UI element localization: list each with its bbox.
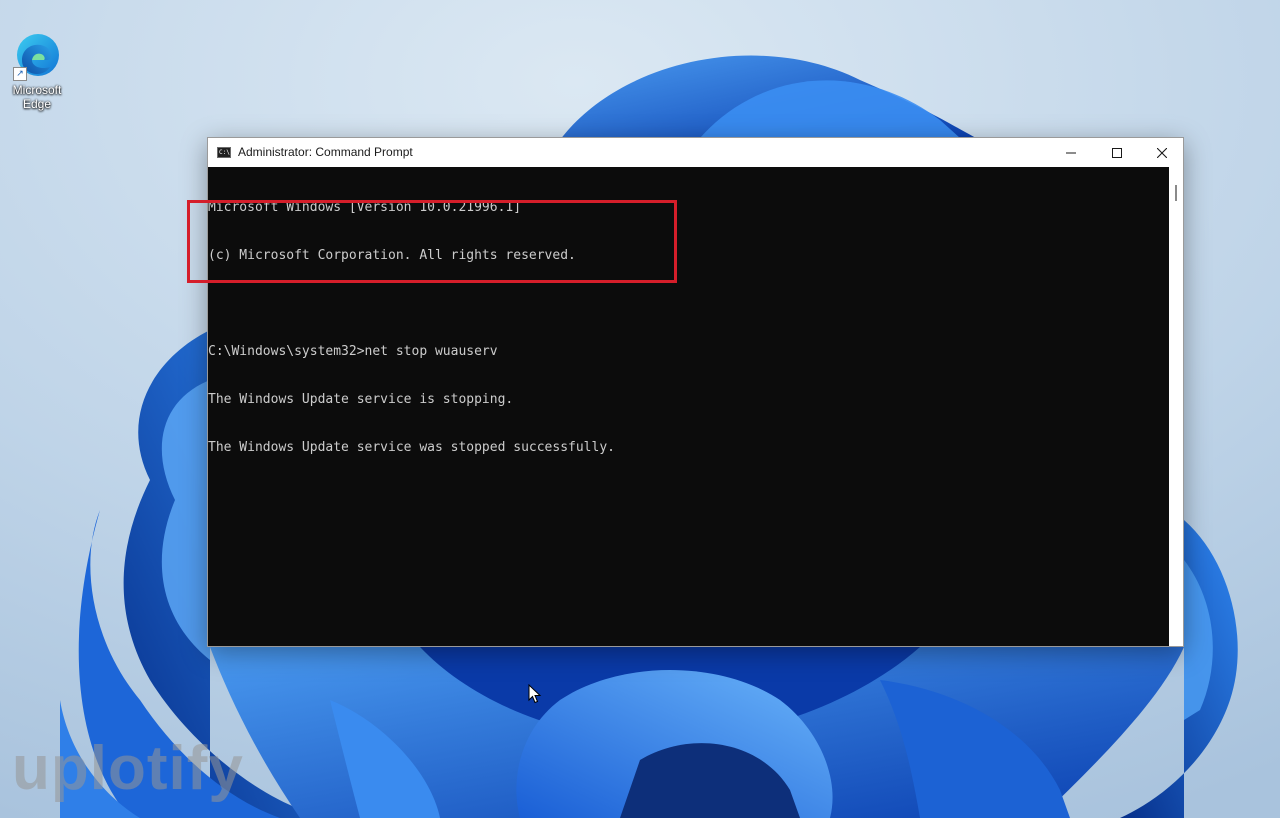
- console-command-line: C:\Windows\system32>net stop wuauserv: [208, 344, 498, 359]
- window-titlebar[interactable]: C:\ Administrator: Command Prompt: [208, 138, 1183, 167]
- mouse-cursor-icon: [528, 684, 542, 704]
- console-line: The Windows Update service was stopped s…: [208, 440, 615, 455]
- console-scrollbar[interactable]: [1169, 167, 1183, 646]
- close-button[interactable]: [1139, 138, 1185, 167]
- highlight-annotation: [187, 200, 677, 283]
- cmd-icon: C:\: [217, 147, 231, 158]
- watermark-logo: uplotify: [12, 734, 244, 803]
- desktop-icon-label-line1: Microsoft: [12, 83, 62, 97]
- shortcut-arrow-icon: ↗: [13, 67, 27, 81]
- scrollbar-thumb[interactable]: [1175, 185, 1177, 201]
- maximize-button[interactable]: [1094, 138, 1140, 167]
- close-icon: [1157, 147, 1167, 158]
- minimize-button[interactable]: [1048, 138, 1094, 167]
- desktop-icon-label: Microsoft Edge: [6, 83, 68, 111]
- window-title: Administrator: Command Prompt: [238, 145, 413, 159]
- maximize-icon: [1112, 147, 1122, 158]
- console-line: The Windows Update service is stopping.: [208, 392, 514, 407]
- desktop-icon-edge[interactable]: ↗ Microsoft Edge: [6, 30, 68, 111]
- minimize-icon: [1066, 152, 1076, 153]
- desktop-icon-label-line2: Edge: [22, 97, 52, 111]
